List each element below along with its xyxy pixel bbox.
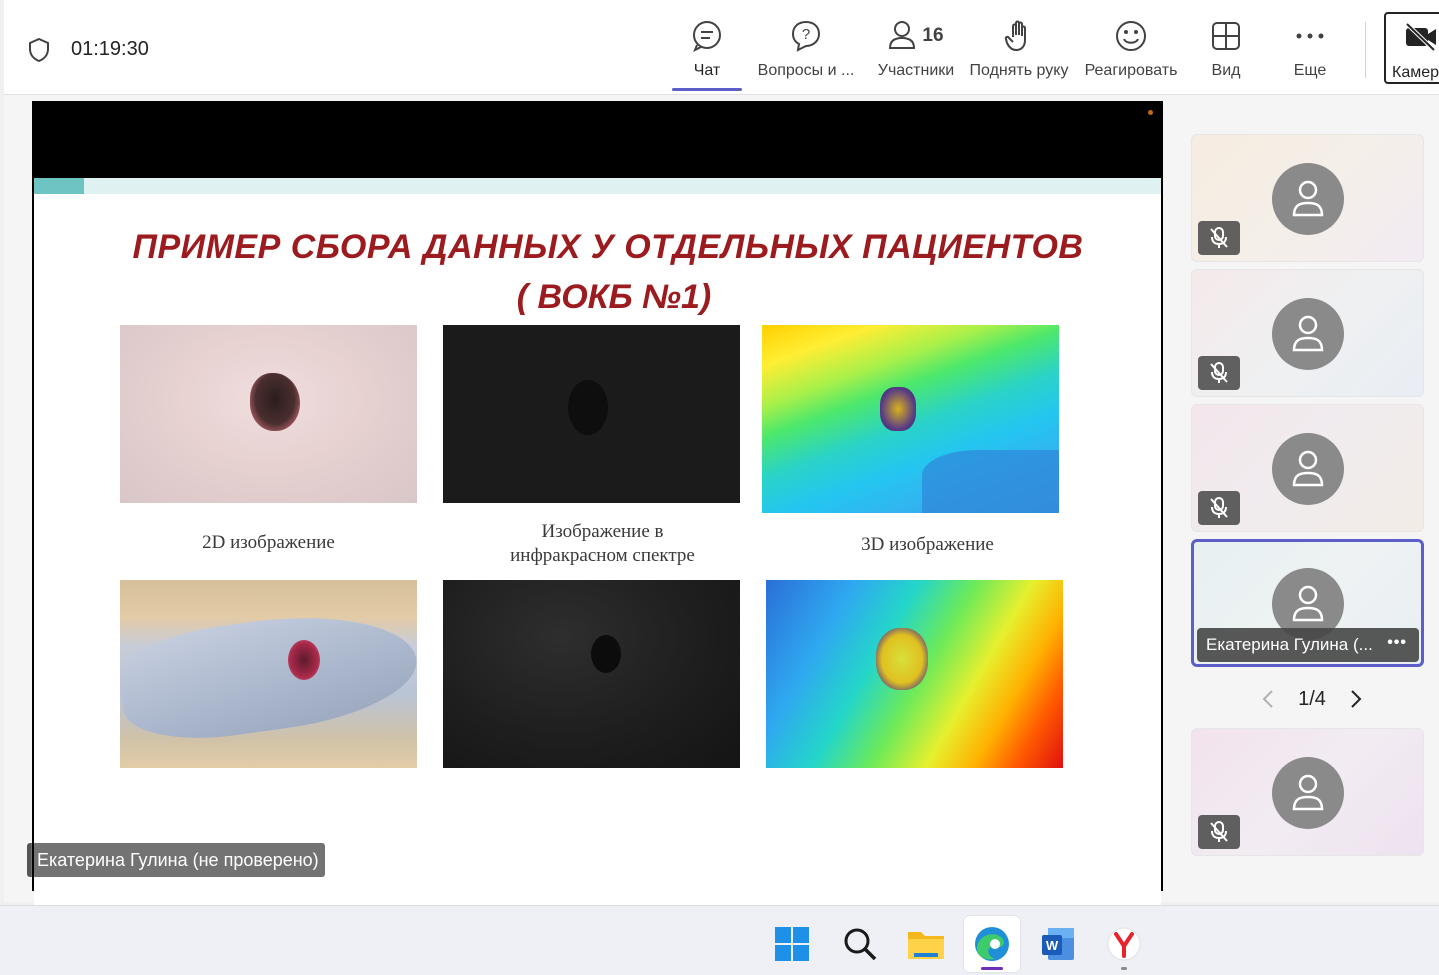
windows-start-button[interactable]: [764, 916, 820, 972]
wound-photo-2d-second: [120, 580, 417, 768]
qa-button[interactable]: ? Вопросы и ...: [754, 18, 858, 90]
teams-meeting-window: 01:19:30 Чат ? Вопросы и ... 16 Участник…: [4, 0, 1439, 914]
wound-photo-infrared-second: [443, 580, 740, 768]
search-icon: [844, 928, 877, 961]
chat-icon: [691, 18, 723, 54]
view-button[interactable]: Вид: [1206, 18, 1246, 90]
page-indicator: 1/4: [1298, 687, 1326, 710]
edge-icon: [975, 927, 1009, 961]
yandex-icon: [1107, 927, 1141, 961]
camera-off-icon: [1405, 22, 1436, 52]
person-icon: [1292, 774, 1324, 811]
raise-hand-button[interactable]: Поднять руку: [967, 18, 1071, 90]
word-icon: W: [1042, 928, 1074, 960]
windows-taskbar: W: [0, 905, 1439, 975]
active-app-indicator: [981, 967, 1003, 970]
camera-button[interactable]: Камера: [1384, 12, 1439, 84]
word-button[interactable]: W: [1030, 916, 1086, 972]
presenter-name-tag: Екатерина Гулина (не проверено): [27, 843, 325, 877]
people-icon: [889, 21, 916, 49]
person-icon: [1292, 585, 1324, 622]
chat-label: Чат: [693, 62, 721, 79]
avatar: [1272, 298, 1344, 370]
avatar: [1272, 757, 1344, 829]
slide-header-band: [34, 178, 1161, 194]
participant-tile[interactable]: [1191, 134, 1424, 262]
chevron-right-icon[interactable]: [1350, 689, 1362, 709]
participants-count: 16: [922, 25, 944, 46]
camera-label: Камера: [1392, 64, 1439, 81]
wound-photo-2d: [120, 325, 417, 503]
windows-logo-icon: [775, 927, 809, 961]
avatar: [1272, 163, 1344, 235]
hand-icon: [1004, 18, 1034, 54]
slide-title: ПРИМЕР СБОРА ДАННЫХ У ОТДЕЛЬНЫХ ПАЦИЕНТО…: [132, 228, 1084, 266]
caption-2d: 2D изображение: [202, 532, 335, 553]
caption-3d: 3D изображение: [861, 534, 994, 555]
participants-button[interactable]: 16 Участники: [874, 18, 958, 90]
question-chat-icon: ?: [789, 18, 823, 54]
person-icon: [1292, 180, 1324, 217]
avatar: [1272, 433, 1344, 505]
toolbar-divider: [1365, 22, 1366, 78]
caption-infrared-line1: Изображение в: [541, 521, 664, 542]
svg-text:?: ?: [802, 26, 810, 43]
qa-label: Вопросы и ...: [757, 62, 855, 79]
view-label: Вид: [1211, 62, 1241, 79]
status-dot: [1148, 110, 1153, 115]
folder-icon: [908, 932, 944, 959]
participant-tile-selected[interactable]: Екатерина Гулина (... •••: [1191, 539, 1424, 667]
participants-label: Участники: [877, 62, 955, 79]
wound-photo-3d-second: [766, 580, 1063, 768]
mic-off-icon: [1198, 815, 1240, 849]
wound-photo-3d: [762, 325, 1059, 513]
slide-header-accent: [34, 178, 84, 194]
edge-browser-button[interactable]: [964, 916, 1020, 972]
taskbar-search-button[interactable]: [832, 916, 888, 972]
wound-photo-infrared: [443, 325, 740, 503]
svg-text:W: W: [1046, 938, 1059, 953]
participant-name-bar: Екатерина Гулина (... •••: [1197, 628, 1419, 662]
caption-infrared-line2: инфракрасном спектре: [510, 545, 695, 566]
participant-tile[interactable]: [1191, 269, 1424, 397]
file-explorer-button[interactable]: [898, 916, 954, 972]
shield-icon: [29, 38, 49, 62]
react-label: Реагировать: [1084, 62, 1178, 79]
mic-off-icon: [1198, 221, 1240, 255]
participant-more-button[interactable]: •••: [1387, 634, 1407, 652]
active-tab-indicator: [672, 88, 742, 91]
person-icon: [1292, 315, 1324, 352]
raise-hand-label: Поднять руку: [969, 62, 1069, 79]
person-icon: [1292, 450, 1324, 487]
mic-off-icon: [1198, 491, 1240, 525]
participant-tile[interactable]: [1191, 404, 1424, 532]
participants-icon-group: 16: [888, 18, 944, 54]
shared-screen-stage: ПРИМЕР СБОРА ДАННЫХ У ОТДЕЛЬНЫХ ПАЦИЕНТО…: [32, 101, 1163, 914]
slide-subtitle: ( ВОКБ №1): [516, 278, 712, 316]
gallery-pager: 1/4: [1262, 684, 1362, 714]
participant-tile[interactable]: [1191, 728, 1424, 856]
participant-name: Екатерина Гулина (...: [1206, 635, 1373, 654]
chat-button[interactable]: Чат: [685, 18, 729, 90]
chevron-left-icon[interactable]: [1262, 689, 1274, 709]
more-label: Еще: [1293, 62, 1327, 79]
mic-off-icon: [1198, 356, 1240, 390]
more-dots-icon: [1295, 18, 1325, 54]
presentation-slide: ПРИМЕР СБОРА ДАННЫХ У ОТДЕЛЬНЫХ ПАЦИЕНТО…: [34, 178, 1161, 914]
running-app-indicator: [1121, 967, 1127, 970]
react-button[interactable]: Реагировать: [1083, 18, 1179, 90]
smiley-icon: [1115, 18, 1147, 54]
yandex-browser-button[interactable]: [1096, 916, 1152, 972]
meeting-toolbar: 01:19:30 Чат ? Вопросы и ... 16 Участник…: [4, 0, 1439, 95]
meeting-timer: 01:19:30: [71, 38, 149, 60]
more-button[interactable]: Еще: [1290, 18, 1330, 90]
grid-view-icon: [1211, 18, 1241, 54]
